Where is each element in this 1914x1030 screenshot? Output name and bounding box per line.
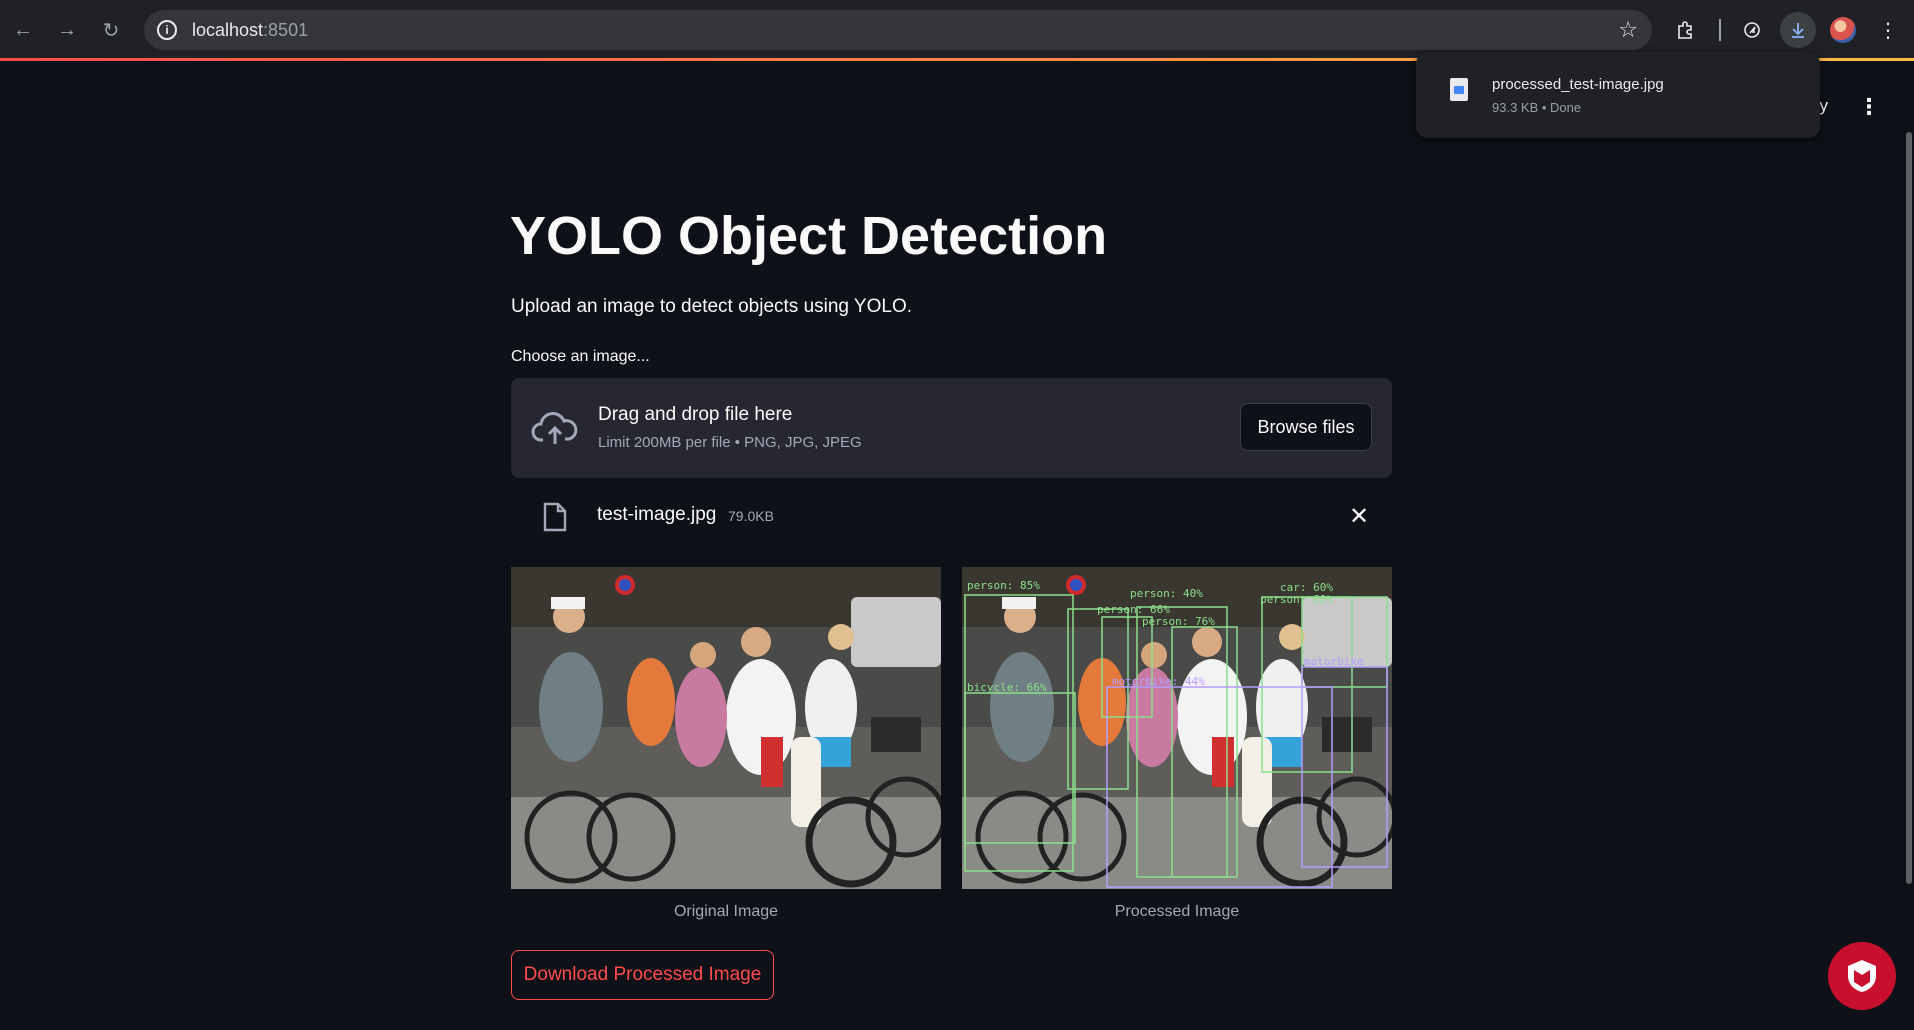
page-title: YOLO Object Detection xyxy=(510,206,1108,266)
url-port: :8501 xyxy=(263,20,309,40)
processed-image: person: 85% person: 40% car: 60% person:… xyxy=(962,567,1392,889)
image-file-icon xyxy=(1450,78,1468,101)
dropzone-title: Drag and drop file here xyxy=(598,404,793,425)
close-icon[interactable]: ✕ xyxy=(1346,500,1372,532)
toolbar-separator xyxy=(1719,19,1721,41)
processed-image-caption: Processed Image xyxy=(1114,903,1240,920)
page-subtitle: Upload an image to detect objects using … xyxy=(511,296,913,317)
download-icon[interactable] xyxy=(1780,12,1816,48)
detection-label: person: 40% xyxy=(1130,587,1203,600)
detection-label: person: 76% xyxy=(1142,615,1215,628)
back-icon[interactable]: ← xyxy=(8,15,38,45)
original-image-caption: Original Image xyxy=(673,903,779,920)
detection-label: motorbike xyxy=(1304,655,1364,668)
download-file-meta: 93.3 KB • Done xyxy=(1492,100,1582,115)
bookmark-star-icon[interactable]: ☆ xyxy=(1618,17,1638,43)
profile-avatar[interactable] xyxy=(1830,17,1856,43)
processed-photo: person: 85% person: 40% car: 60% person:… xyxy=(962,567,1392,889)
forward-icon[interactable]: → xyxy=(52,15,82,45)
info-icon[interactable]: i xyxy=(157,20,177,40)
browser-menu-icon[interactable]: ⋮ xyxy=(1870,12,1906,48)
original-image xyxy=(511,567,941,889)
uploader-label: Choose an image... xyxy=(511,348,650,365)
url-host: localhost xyxy=(192,20,264,40)
file-icon xyxy=(543,502,567,532)
dropzone-limit: Limit 200MB per file • PNG, JPG, JPEG xyxy=(598,434,862,451)
uploaded-file-size: 79.0KB xyxy=(728,508,774,524)
street-scene-photo xyxy=(511,567,941,889)
mcafee-shield-icon[interactable] xyxy=(1828,942,1896,1010)
download-file-name[interactable]: processed_test-image.jpg xyxy=(1492,76,1664,93)
detection-label: person: 85% xyxy=(967,579,1040,592)
extensions-icon[interactable] xyxy=(1668,12,1704,48)
download-bubble[interactable]: processed_test-image.jpg 93.3 KB • Done xyxy=(1416,52,1820,138)
reload-icon[interactable]: ↻ xyxy=(96,15,126,45)
detection-label: person: 60% xyxy=(1260,593,1333,606)
detection-label: bicycle: 66% xyxy=(967,681,1047,694)
url-text[interactable]: localhost:8501 xyxy=(192,20,308,41)
detection-label: motorbike: 44% xyxy=(1112,675,1205,688)
address-bar[interactable]: i localhost:8501 ☆ xyxy=(144,10,1652,50)
main-menu-icon[interactable]: ⋮ xyxy=(1858,94,1880,120)
download-processed-image-button[interactable]: Download Processed Image xyxy=(511,950,774,1000)
page-scrollbar[interactable] xyxy=(1906,132,1912,884)
browse-files-button[interactable]: Browse files xyxy=(1240,403,1372,451)
uploaded-file-name: test-image.jpg xyxy=(597,504,717,525)
performance-icon[interactable] xyxy=(1734,12,1770,48)
cloud-upload-icon xyxy=(531,412,578,444)
